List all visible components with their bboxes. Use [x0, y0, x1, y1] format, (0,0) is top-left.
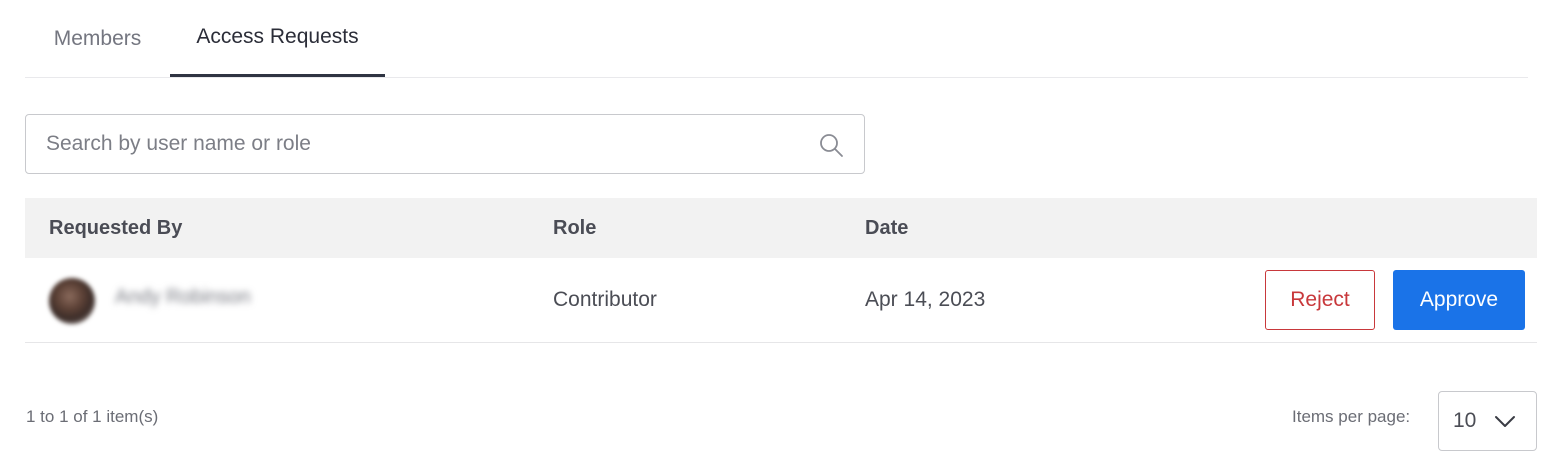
tab-access-requests[interactable]: Access Requests	[170, 0, 385, 77]
requester-name: Andy Robinson	[115, 286, 251, 308]
table-row: Andy Robinson Contributor Apr 14, 2023 R…	[25, 258, 1537, 343]
search-icon[interactable]	[818, 132, 844, 158]
items-per-page-select[interactable]: 10	[1438, 391, 1537, 451]
chevron-down-icon	[1495, 416, 1515, 427]
search-box	[25, 114, 865, 174]
column-header-requested-by[interactable]: Requested By	[49, 198, 182, 258]
approve-button[interactable]: Approve	[1393, 270, 1525, 330]
tab-members[interactable]: Members	[25, 0, 170, 77]
tab-bar: Members Access Requests	[25, 0, 1528, 78]
date-cell: Apr 14, 2023	[865, 288, 986, 311]
search-input[interactable]	[44, 123, 808, 165]
role-cell: Contributor	[553, 288, 657, 311]
access-requests-page: Members Access Requests Requested By Rol…	[0, 0, 1552, 469]
column-header-date[interactable]: Date	[865, 198, 908, 258]
table-header: Requested By Role Date	[25, 198, 1537, 258]
items-per-page-value: 10	[1453, 409, 1477, 432]
avatar	[49, 278, 95, 324]
pagination-range: 1 to 1 of 1 item(s)	[26, 407, 159, 426]
items-per-page-label: Items per page:	[1292, 407, 1411, 426]
reject-button[interactable]: Reject	[1265, 270, 1375, 330]
column-header-role[interactable]: Role	[553, 198, 596, 258]
